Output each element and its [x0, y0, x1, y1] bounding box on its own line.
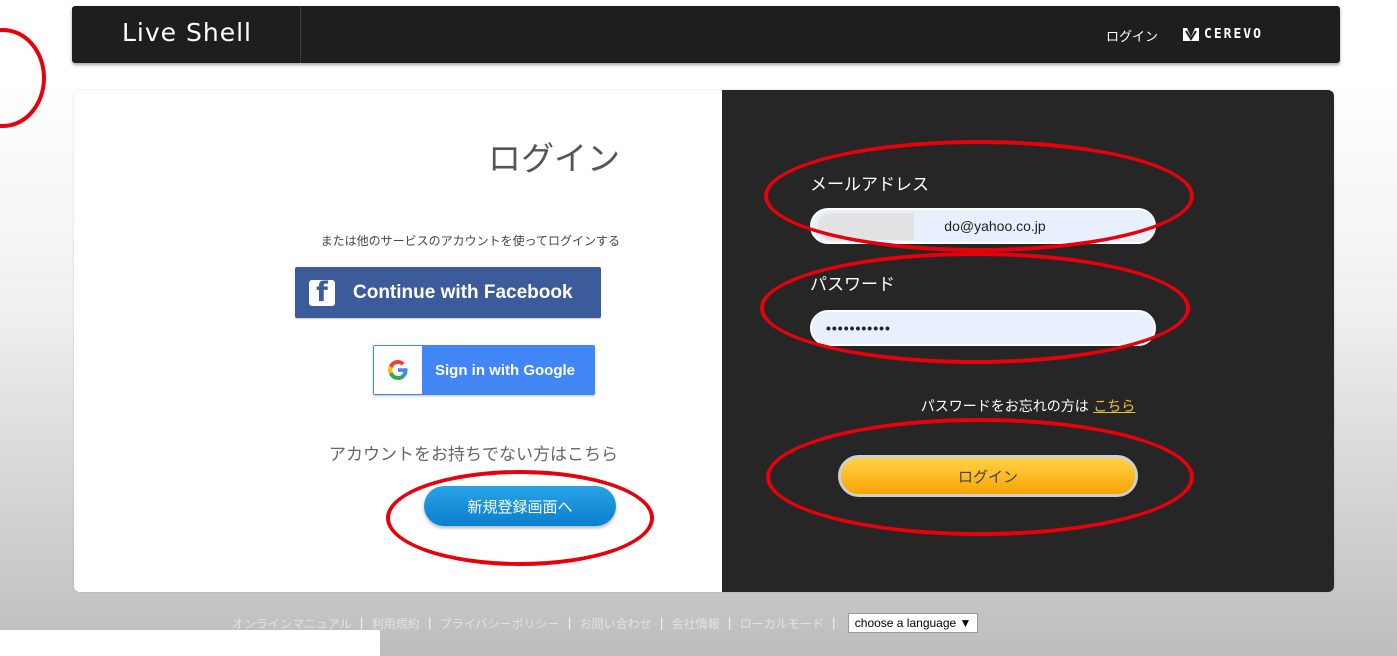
footer-link-manual[interactable]: オンラインマニュアル — [232, 615, 352, 632]
footer-link-company[interactable]: 会社情報 — [672, 615, 720, 632]
google-button-label: Sign in with Google — [435, 361, 575, 379]
other-service-text: または他のサービスのアカウントを使ってログインする — [320, 234, 620, 248]
page-title: ログイン — [488, 139, 620, 178]
google-login-button[interactable]: Sign in with Google — [373, 345, 595, 395]
email-login-panel: メールアドレス do@yahoo.co.jp パスワード •••••••••••… — [722, 90, 1334, 592]
footer-link-terms[interactable]: 利用規約 — [372, 615, 420, 632]
footer-separator: | — [427, 616, 432, 630]
top-navbar: Live Shell ログイン CEREVO — [72, 6, 1340, 63]
footer-separator: | — [659, 616, 664, 630]
footer-link-local-mode[interactable]: ローカルモード — [740, 615, 824, 632]
facebook-icon: f — [309, 279, 335, 306]
navbar-divider — [300, 6, 301, 63]
email-field[interactable]: do@yahoo.co.jp — [810, 208, 1156, 244]
overlay-white-block — [0, 630, 380, 656]
footer-separator: | — [727, 616, 732, 630]
no-account-text: アカウントをお持ちでない方はこちら — [329, 445, 618, 465]
password-field[interactable]: ••••••••••• — [810, 310, 1156, 346]
language-select[interactable]: choose a language ▼ — [847, 613, 979, 633]
forgot-password-text: パスワードをお忘れの方は こちら — [722, 396, 1334, 416]
footer-separator: | — [567, 616, 572, 630]
social-login-panel: ログイン または他のサービスのアカウントを使ってログインする f Continu… — [74, 90, 722, 592]
login-card: ログイン または他のサービスのアカウントを使ってログインする f Continu… — [74, 90, 1334, 592]
footer-link-privacy[interactable]: プライバシーポリシー — [440, 615, 560, 632]
email-label: メールアドレス — [810, 175, 929, 195]
email-value: do@yahoo.co.jp — [944, 218, 1046, 234]
cerevo-logo-icon — [1183, 28, 1199, 41]
forgot-password-link[interactable]: こちら — [1093, 399, 1135, 415]
cerevo-logo-text: CEREVO — [1204, 26, 1263, 42]
footer-link-contact[interactable]: お問い合わせ — [580, 615, 652, 632]
password-label: パスワード — [810, 275, 895, 295]
facebook-button-label: Continue with Facebook — [353, 281, 573, 303]
footer-separator: | — [831, 616, 836, 630]
forgot-password-prefix: パスワードをお忘れの方は — [920, 399, 1094, 415]
email-redaction — [818, 213, 914, 240]
annotation-ellipse-edge — [0, 28, 46, 128]
cerevo-logo[interactable]: CEREVO — [1182, 25, 1263, 43]
brand-logo[interactable]: Live Shell — [122, 18, 252, 47]
login-button[interactable]: ログイン — [838, 455, 1138, 497]
facebook-login-button[interactable]: f Continue with Facebook — [295, 267, 601, 318]
nav-login-link[interactable]: ログイン — [1106, 26, 1158, 45]
google-icon — [374, 346, 422, 394]
footer-separator: | — [359, 616, 364, 630]
register-button[interactable]: 新規登録画面へ — [424, 486, 616, 526]
